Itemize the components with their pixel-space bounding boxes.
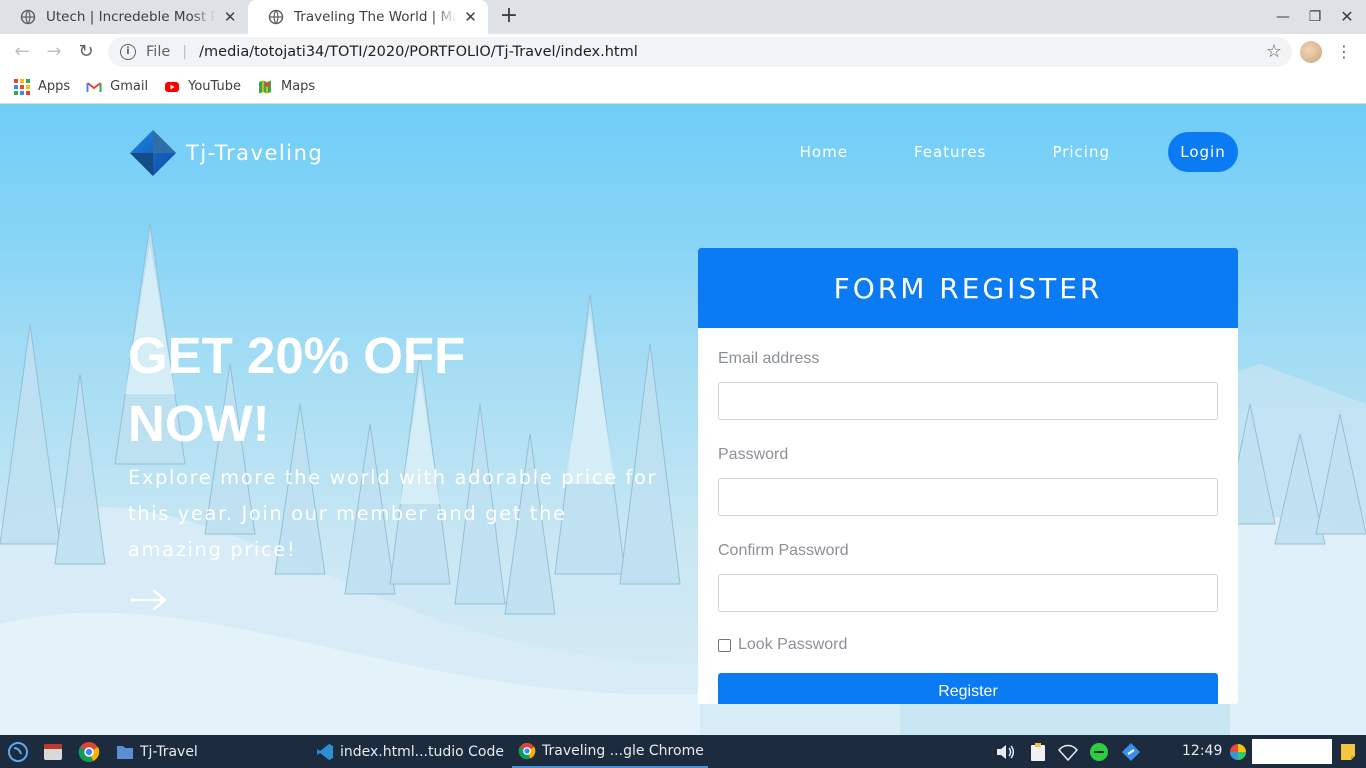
- back-arrow-icon[interactable]: ←: [10, 40, 34, 64]
- brand[interactable]: Tj-Traveling: [128, 128, 323, 178]
- forward-arrow-icon[interactable]: →: [42, 40, 66, 64]
- bookmark-youtube[interactable]: YouTube: [164, 79, 241, 95]
- close-window-icon[interactable]: ✕: [1335, 6, 1359, 28]
- url-scheme: File: [146, 44, 171, 60]
- vscode-icon: [317, 743, 333, 760]
- taskbar-item-chrome[interactable]: Traveling ...gle Chrome: [512, 735, 708, 768]
- profile-avatar[interactable]: [1300, 41, 1322, 63]
- notes-icon[interactable]: [1338, 742, 1358, 762]
- show-password-checkbox[interactable]: [718, 638, 731, 652]
- browser-tab-strip: Utech | Incredeble Most Popular ✕ Travel…: [0, 0, 1366, 34]
- taskbar-item-label: Traveling ...gle Chrome: [542, 742, 704, 759]
- register-form-card: FORM REGISTER Email address Password Con…: [698, 248, 1238, 704]
- gmail-icon: [86, 81, 102, 92]
- globe-icon: [268, 9, 284, 25]
- clock: 12:49: [1182, 743, 1223, 759]
- wifi-icon[interactable]: [1058, 742, 1078, 762]
- new-tab-button[interactable]: +: [497, 5, 521, 29]
- diamond-logo-icon: [130, 130, 176, 176]
- nav-home[interactable]: Home: [800, 143, 848, 161]
- address-bar[interactable]: i File | /media/totojati34/TOTI/2020/POR…: [108, 37, 1292, 67]
- folder-icon: [117, 745, 133, 759]
- email-field[interactable]: [718, 382, 1218, 420]
- globe-icon: [20, 9, 36, 25]
- login-button[interactable]: Login: [1168, 132, 1238, 172]
- bookmark-maps[interactable]: Maps: [257, 79, 315, 95]
- start-menu-icon[interactable]: [6, 741, 30, 763]
- chrome-icon[interactable]: [78, 741, 100, 763]
- bookmark-star-icon[interactable]: ☆: [1266, 41, 1282, 62]
- browser-tab-traveling[interactable]: Traveling The World | Make Your Day ✕: [248, 0, 488, 34]
- url-text[interactable]: /media/totojati34/TOTI/2020/PORTFOLIO/Tj…: [199, 44, 638, 60]
- restore-window-icon[interactable]: ❐: [1303, 6, 1327, 28]
- arrow-right-icon[interactable]: [130, 588, 168, 612]
- bookmark-apps[interactable]: Apps: [14, 78, 71, 95]
- bookmark-gmail[interactable]: Gmail: [86, 79, 148, 95]
- browser-tab-utech[interactable]: Utech | Incredeble Most Popular ✕: [0, 0, 248, 34]
- tab-title: Traveling The World | Make Your Day: [294, 9, 458, 25]
- minimize-window-icon[interactable]: —: [1271, 6, 1295, 28]
- nav-features[interactable]: Features: [914, 143, 987, 161]
- close-tab-icon[interactable]: ✕: [463, 8, 478, 26]
- email-label: Email address: [718, 350, 820, 367]
- taskbar-item-label: Tj-Travel: [140, 743, 198, 760]
- hero-subtitle: Explore more the world with adorable pri…: [128, 466, 658, 561]
- maps-icon: [258, 80, 271, 93]
- more-menu-icon[interactable]: ⋮: [1336, 40, 1352, 64]
- web-page: Tj-Traveling Home Features Pricing Login…: [0, 104, 1366, 735]
- form-title: FORM REGISTER: [698, 248, 1238, 328]
- show-password-label: Look Password: [738, 636, 848, 653]
- confirm-password-label: Confirm Password: [718, 542, 849, 559]
- info-icon[interactable]: i: [120, 44, 136, 60]
- apps-grid-icon: [14, 78, 30, 95]
- youtube-icon: [165, 81, 180, 92]
- register-button[interactable]: Register: [718, 673, 1218, 704]
- taskbar-item-label: index.html...tudio Code: [340, 743, 504, 760]
- bookmarks-bar: Apps Gmail YouTube Maps: [0, 70, 1366, 104]
- browser-toolbar: ← → ↻ i File | /media/totojati34/TOTI/20…: [0, 34, 1366, 70]
- password-field[interactable]: [718, 478, 1218, 516]
- file-manager-icon[interactable]: [42, 741, 64, 763]
- taskbar-search-input[interactable]: [1252, 739, 1332, 764]
- reload-icon[interactable]: ↻: [74, 40, 98, 64]
- url-separator: |: [182, 44, 188, 60]
- bookmark-label: Maps: [280, 79, 316, 94]
- bookmark-label: YouTube: [188, 79, 241, 94]
- network-app-icon[interactable]: [1121, 742, 1141, 762]
- bookmark-label: Gmail: [110, 79, 149, 94]
- close-tab-icon[interactable]: ✕: [222, 8, 238, 26]
- confirm-password-field[interactable]: [718, 574, 1218, 612]
- hero-title: GET 20% OFF NOW!: [128, 327, 466, 452]
- bookmark-label: Apps: [38, 79, 71, 94]
- status-indicator-icon[interactable]: [1089, 742, 1109, 762]
- chrome-icon: [518, 742, 536, 759]
- color-picker-icon[interactable]: [1228, 742, 1248, 762]
- taskbar-item-vscode[interactable]: index.html...tudio Code: [316, 735, 504, 768]
- password-label: Password: [718, 446, 789, 463]
- show-password-row[interactable]: Look Password: [718, 636, 1218, 654]
- tab-title: Utech | Incredeble Most Popular: [46, 9, 217, 25]
- brand-name: Tj-Traveling: [186, 141, 324, 165]
- taskbar-item-folder[interactable]: Tj-Travel: [116, 735, 198, 768]
- os-taskbar: Tj-Travel index.html...tudio Code Travel…: [0, 735, 1366, 768]
- main-nav: Home Features Pricing Login: [800, 132, 1238, 172]
- volume-icon[interactable]: [995, 742, 1015, 762]
- nav-pricing[interactable]: Pricing: [1052, 143, 1110, 161]
- clipboard-icon[interactable]: [1028, 742, 1048, 762]
- register-form: Email address Password Confirm Password …: [698, 328, 1238, 704]
